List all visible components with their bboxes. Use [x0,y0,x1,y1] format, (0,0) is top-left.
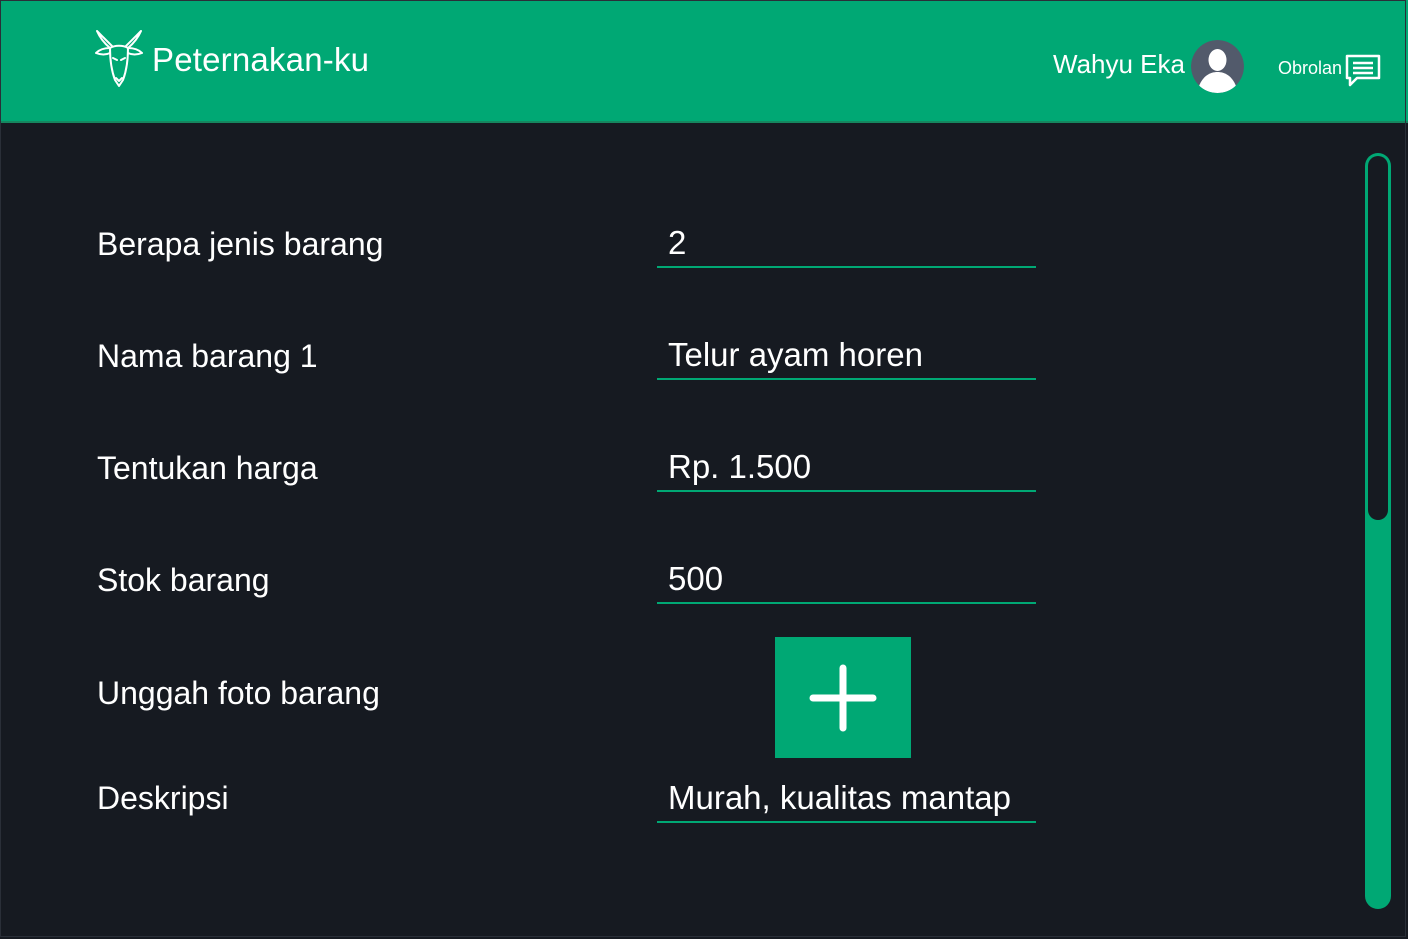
stock-label: Stok barang [97,562,270,598]
scrollbar-thumb[interactable] [1368,156,1388,520]
item-name-label: Nama barang 1 [97,338,318,374]
scrollbar-track[interactable] [1365,153,1391,909]
chat-bubble-icon[interactable] [1344,53,1382,89]
user-name[interactable]: Wahyu Eka [1053,49,1185,80]
price-field [657,446,1036,492]
description-field [657,777,1036,823]
user-avatar-icon[interactable] [1191,40,1244,93]
app-title: Peternakan-ku [152,41,370,78]
item-types-label: Berapa jenis barang [97,226,384,262]
item-name-field [657,334,1036,380]
price-input[interactable] [668,448,1028,486]
item-types-field [657,222,1036,268]
chat-label[interactable]: Obrolan [1278,58,1342,79]
plus-icon [809,664,877,732]
photo-upload-label: Unggah foto barang [97,675,380,711]
stock-input[interactable] [668,560,1028,598]
item-types-input[interactable] [668,224,1028,262]
photo-upload-button[interactable] [775,637,911,758]
description-label: Deskripsi [97,780,229,816]
description-input[interactable] [668,779,1028,817]
goat-head-icon[interactable] [94,30,144,88]
price-label: Tentukan harga [97,450,318,486]
stock-field [657,558,1036,604]
app-header: Peternakan-ku Wahyu Eka Obrolan [0,0,1408,123]
item-name-input[interactable] [668,336,1028,374]
